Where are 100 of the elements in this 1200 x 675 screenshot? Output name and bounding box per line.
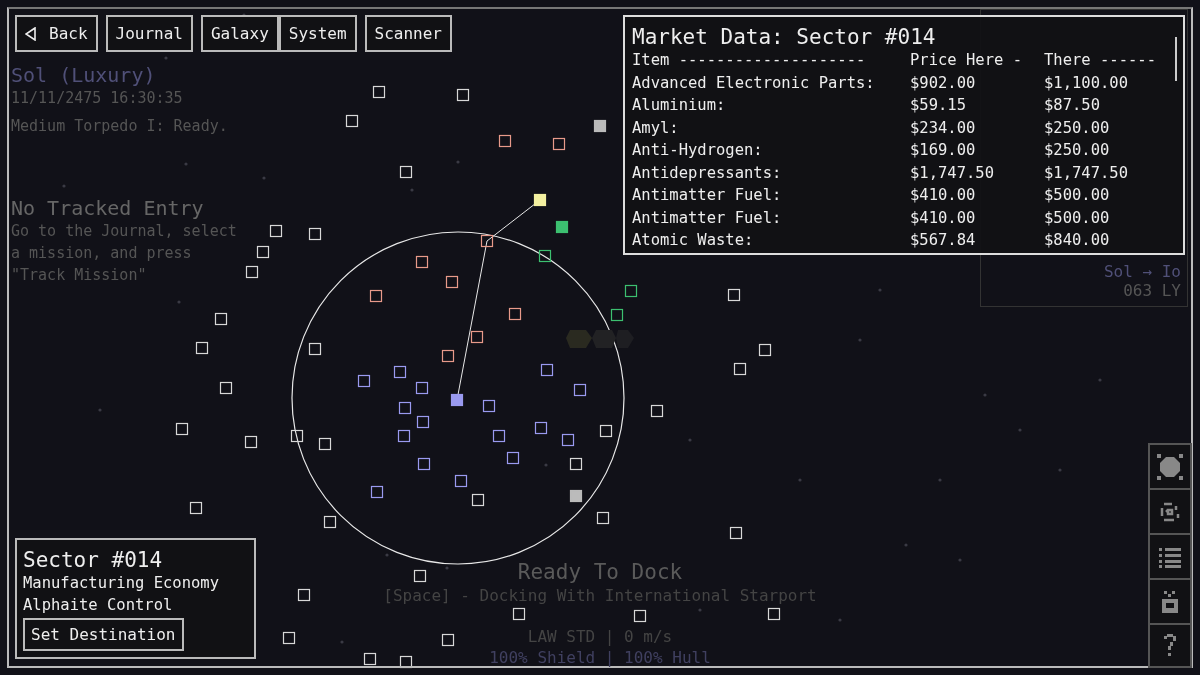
route-distance: 063 LY [1123,281,1181,300]
star-system-marker[interactable] [416,415,430,429]
nav-button[interactable]: System [278,15,357,52]
star-system-marker[interactable] [357,374,371,388]
star-dot [98,408,102,412]
star-system-marker[interactable] [508,307,522,321]
star-system-marker[interactable] [195,341,209,355]
star-system-marker[interactable] [415,381,429,395]
tool-button[interactable] [1148,443,1192,488]
star-system-marker[interactable] [492,429,506,443]
star-system-marker[interactable] [733,362,747,376]
star-system-marker[interactable] [610,308,624,322]
star-system-marker[interactable] [552,137,566,151]
star-system-marker[interactable] [482,399,496,413]
star-system-marker[interactable] [219,381,233,395]
star-system-marker[interactable] [540,363,554,377]
tool-button[interactable] [1148,533,1192,578]
star-system-marker[interactable] [650,404,664,418]
star-system-marker[interactable] [397,429,411,443]
tool-button[interactable] [1148,578,1192,623]
tool-button[interactable] [1148,623,1192,668]
dock-status: Ready To Dock [517,560,683,584]
star-system-marker[interactable] [398,401,412,415]
table-cell-text: $1,100.00 [1044,72,1129,94]
star-system-marker[interactable] [441,349,455,363]
star-system-marker[interactable] [445,275,459,289]
star-system-marker[interactable] [345,114,359,128]
star-dot [262,176,266,180]
market-title: Market Data: Sector #014 [632,25,937,49]
star-system-marker[interactable] [450,393,464,407]
star-dot [798,478,802,482]
star-system-marker[interactable] [758,343,772,357]
star-system-marker[interactable] [370,485,384,499]
date-time: 11/11/2475 16:30:35 [11,89,183,107]
star-system-marker[interactable] [399,165,413,179]
star-dot [62,184,66,188]
star-system-marker[interactable] [456,88,470,102]
star-dot [1098,378,1102,382]
star-system-marker[interactable] [318,437,332,451]
tool-button[interactable] [1148,488,1192,533]
star-system-marker[interactable] [480,234,494,248]
star-system-marker[interactable] [363,652,377,666]
star-dot [1018,428,1022,432]
star-system-marker[interactable] [245,265,259,279]
star-system-marker[interactable] [189,501,203,515]
star-system-marker[interactable] [512,607,526,621]
tracking-hint: Go to the Journal, select a mission, and press "Track Mission" [11,221,238,286]
star-system-marker[interactable] [624,284,638,298]
star-system-marker[interactable] [269,224,283,238]
shield-hull-status: 100% Shield | 100% Hull [489,648,711,667]
star-system-marker[interactable] [555,220,569,234]
star-system-marker[interactable] [596,511,610,525]
star-system-marker[interactable] [372,85,386,99]
nav-button[interactable]: Galaxy [200,15,279,52]
star-system-marker[interactable] [369,289,383,303]
star-system-marker[interactable] [727,288,741,302]
star-system-marker[interactable] [454,474,468,488]
star-system-marker[interactable] [413,569,427,583]
star-system-marker[interactable] [561,433,575,447]
star-system-marker[interactable] [573,383,587,397]
column-header: There ------ [1044,50,1157,71]
table-cell-text: $410.00 [910,185,977,206]
star-system-marker[interactable] [593,119,607,133]
star-system-marker[interactable] [569,457,583,471]
nav-button[interactable]: Journal [105,15,193,52]
star-dot [958,558,962,562]
star-system-marker[interactable] [538,249,552,263]
star-system-marker[interactable] [471,493,485,507]
nav-button[interactable]: Scanner [364,15,452,52]
star-system-marker[interactable] [308,227,322,241]
star-system-marker[interactable] [534,421,548,435]
star-system-marker[interactable] [256,245,270,259]
table-cell-text: Amyl: [632,117,680,139]
star-system-marker[interactable] [323,515,337,529]
star-system-marker[interactable] [729,526,743,540]
scrollbar[interactable] [1175,37,1177,81]
star-system-marker[interactable] [297,588,311,602]
star-system-marker[interactable] [282,631,296,645]
star-system-marker[interactable] [441,633,455,647]
star-system-marker[interactable] [767,607,781,621]
star-system-marker[interactable] [417,457,431,471]
star-system-marker[interactable] [498,134,512,148]
star-system-marker[interactable] [506,451,520,465]
star-dot [983,393,987,397]
star-system-marker[interactable] [599,424,613,438]
table-cell-text: $59.15 [910,95,967,116]
nav-button[interactable]: Back [15,15,98,52]
star-system-marker[interactable] [399,655,413,669]
star-system-marker[interactable] [214,312,228,326]
star-system-marker[interactable] [244,435,258,449]
star-system-marker[interactable] [393,365,407,379]
set-destination-button[interactable]: Set Destination [23,618,184,651]
star-dot [544,463,548,467]
star-system-marker[interactable] [415,255,429,269]
star-system-marker[interactable] [569,489,583,503]
star-system-marker[interactable] [175,422,189,436]
star-system-marker[interactable] [633,609,647,623]
star-system-marker[interactable] [308,342,322,356]
star-system-marker[interactable] [470,330,484,344]
star-system-marker[interactable] [290,429,304,443]
